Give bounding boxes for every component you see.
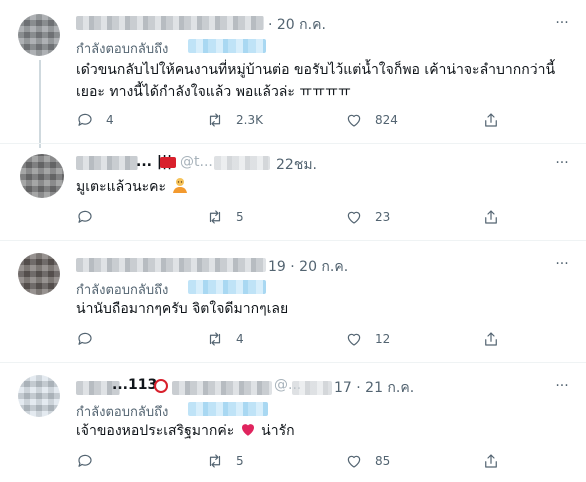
blurred-handle (214, 156, 270, 170)
retweet-button[interactable]: 5 (206, 207, 244, 227)
heart-icon (347, 211, 361, 224)
share-icon (485, 113, 497, 127)
tweet-text: มูเตะแล้วนะคะ (76, 176, 556, 201)
reply-tweet[interactable]: ... ||| @t... 22ชม. ··· มูเตะแล้วนะคะ 5 … (0, 144, 586, 240)
more-options-icon[interactable]: ··· (552, 156, 572, 176)
blurred-display-name (76, 156, 138, 170)
like-button[interactable]: 85 (345, 451, 390, 471)
avatar[interactable] (20, 154, 64, 198)
like-button[interactable]: 23 (345, 207, 390, 227)
retweet-button[interactable]: 2.3K (206, 110, 263, 130)
retweet-icon (209, 332, 221, 346)
blurred-mention-link[interactable] (188, 280, 266, 294)
tweet-timestamp[interactable]: 17 · 21 ก.ค. (334, 377, 414, 399)
retweet-count: 5 (236, 454, 244, 468)
reply-tweet[interactable]: 19 · 20 ก.ค. ··· กำลังตอบกลับถึง น่านับถ… (0, 241, 586, 362)
reply-button[interactable]: 4 (76, 110, 114, 130)
blurred-display-name (76, 16, 264, 30)
share-button[interactable] (482, 110, 500, 130)
retweet-icon (209, 210, 221, 224)
tweet-text-line: น่ารัก (261, 423, 295, 439)
thread-connector-line (39, 60, 41, 148)
tweet-timestamp[interactable]: · 20 ก.ค. (268, 14, 326, 36)
tweet-text: เด๋วขนกลับไปให้คนงานที่หมู่บ้านต่อ ขอรับ… (76, 59, 576, 103)
share-icon (485, 332, 497, 346)
reply-button[interactable] (76, 207, 106, 227)
tweet-timestamp[interactable]: 22ชม. (276, 154, 317, 176)
like-button[interactable]: 12 (345, 329, 390, 349)
tweet-text-line: เด๋วขนกลับไปให้คนงานที่หมู่บ้านต่อ ขอรับ… (76, 62, 556, 78)
replying-to-label: กำลังตอบกลับถึง (76, 405, 169, 420)
reply-tweet[interactable]: · 20 ก.ค. ··· กำลังตอบกลับถึง เด๋วขนกลับ… (0, 0, 586, 148)
reply-count: 4 (106, 113, 114, 127)
heart-icon (347, 333, 361, 346)
share-icon (485, 454, 497, 468)
retweet-count: 2.3K (236, 113, 263, 127)
heart-emoji-icon (239, 420, 257, 445)
retweet-button[interactable]: 4 (206, 329, 244, 349)
tweet-text-line: เยอะ ทางนี้ได้กำลังใจแล้ว พอแล้วล่ะ ㅠㅠㅠㅠ (76, 84, 351, 100)
more-options-icon[interactable]: ··· (552, 16, 572, 36)
like-count: 12 (375, 332, 391, 346)
reply-icon (78, 210, 92, 223)
retweet-icon (209, 113, 221, 127)
avatar[interactable] (18, 14, 60, 56)
retweet-button[interactable]: 5 (206, 451, 244, 471)
like-count: 824 (375, 113, 398, 127)
more-options-icon[interactable]: ··· (552, 257, 572, 277)
tweet-text-line: มูเตะแล้วนะคะ (76, 179, 167, 195)
heart-icon (347, 114, 361, 127)
tweet-text-line: เจ้าของหอประเสริฐมากค่ะ (76, 423, 235, 439)
like-count: 23 (375, 210, 391, 224)
reply-button[interactable] (76, 329, 106, 349)
tweet-text: เจ้าของหอประเสริฐมากค่ะ น่ารัก (76, 420, 556, 445)
more-options-icon[interactable]: ··· (552, 379, 572, 399)
badge-icon (154, 379, 168, 393)
like-button[interactable]: 824 (345, 110, 398, 130)
replying-to-label: กำลังตอบกลับถึง (76, 283, 169, 298)
reply-tweet[interactable]: ...113 @... 17 · 21 ก.ค. ··· กำลังตอบกลั… (0, 363, 586, 482)
replying-to-label: กำลังตอบกลับถึง (76, 42, 169, 57)
reply-icon (78, 113, 92, 126)
reply-button[interactable] (76, 451, 106, 471)
share-button[interactable] (482, 329, 500, 349)
person-emoji-icon (171, 176, 189, 201)
tweet-text-line: น่านับถือมากๆครับ จิตใจดีมากๆเลย (76, 301, 289, 317)
retweet-count: 5 (236, 210, 244, 224)
like-count: 85 (375, 454, 391, 468)
blurred-handle (292, 381, 332, 395)
flag-icon (160, 157, 176, 168)
tweet-timestamp[interactable]: 19 · 20 ก.ค. (268, 256, 348, 278)
display-name-fragment[interactable]: ...113 (112, 377, 157, 393)
handle-fragment[interactable]: @t... (180, 154, 213, 170)
share-icon (485, 210, 497, 224)
blurred-display-name (76, 258, 266, 272)
reply-icon (78, 332, 92, 345)
avatar[interactable] (18, 253, 60, 295)
tweet-text: น่านับถือมากๆครับ จิตใจดีมากๆเลย (76, 298, 556, 320)
blurred-mention-link[interactable] (188, 402, 268, 416)
blurred-mention-link[interactable] (188, 39, 266, 53)
reply-icon (78, 454, 92, 467)
share-button[interactable] (482, 207, 500, 227)
share-button[interactable] (482, 451, 500, 471)
heart-icon (347, 455, 361, 468)
retweet-icon (209, 454, 221, 468)
retweet-count: 4 (236, 332, 244, 346)
blurred-display-name (172, 381, 272, 395)
avatar[interactable] (18, 375, 60, 417)
